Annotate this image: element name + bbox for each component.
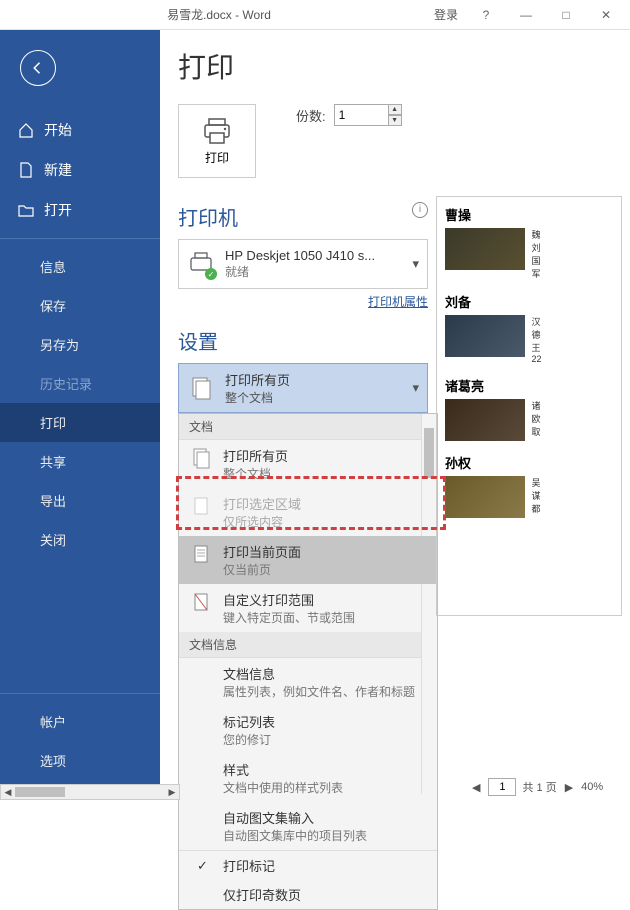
- open-icon: [18, 202, 34, 218]
- maximize-button[interactable]: □: [546, 8, 586, 22]
- page-range-menu: 文档 打印所有页 整个文档 打印选定区域 仅所选内容 打印当前页面 仅当前页: [178, 413, 438, 910]
- back-button[interactable]: [20, 50, 56, 86]
- nav-account[interactable]: 帐户: [0, 702, 160, 741]
- preview-thumb: [445, 399, 525, 441]
- zoom-level: 40%: [581, 781, 603, 793]
- printer-name: HP Deskjet 1050 J410 s...: [225, 248, 402, 263]
- close-button[interactable]: ✕: [586, 8, 626, 22]
- minimize-button[interactable]: —: [506, 8, 546, 22]
- back-arrow-icon: [29, 59, 47, 77]
- preview-item: 刘备 汉 德 王 22: [445, 292, 613, 364]
- nav-export[interactable]: 导出: [0, 481, 160, 520]
- menu-styles[interactable]: 样式 文档中使用的样式列表: [179, 754, 437, 802]
- scroll-left-icon[interactable]: ◀: [1, 785, 15, 799]
- menu-header-docinfo: 文档信息: [179, 632, 437, 658]
- menu-selection: 打印选定区域 仅所选内容: [179, 488, 437, 536]
- next-page-button[interactable]: ▶: [563, 781, 575, 794]
- nav-share[interactable]: 共享: [0, 442, 160, 481]
- nav-save[interactable]: 保存: [0, 286, 160, 325]
- preview-thumb: [445, 315, 525, 357]
- settings-heading: 设置: [178, 326, 218, 355]
- ready-check-icon: ✓: [205, 268, 217, 280]
- page-total: 共 1 页: [522, 779, 556, 795]
- pages-icon: [187, 374, 215, 402]
- scroll-thumb[interactable]: [15, 787, 65, 797]
- page-heading: 打印: [178, 46, 428, 86]
- nav-close[interactable]: 关闭: [0, 520, 160, 559]
- menu-odd-only[interactable]: 仅打印奇数页: [179, 880, 437, 909]
- menu-header-doc: 文档: [179, 414, 437, 440]
- chevron-down-icon: ▾: [412, 256, 419, 272]
- new-icon: [18, 162, 34, 178]
- page-icon: [189, 542, 213, 566]
- printer-properties-link[interactable]: 打印机属性: [178, 293, 428, 310]
- nav-options[interactable]: 选项: [0, 741, 160, 780]
- print-preview: 曹操 魏 刘 国 军 刘备 汉 德 王 22 诸葛亮 诸 欧 取 孙权 吴 谋 …: [436, 196, 622, 616]
- nav-new-label: 新建: [44, 160, 72, 180]
- page-icon: [189, 494, 213, 518]
- printer-heading: 打印机: [178, 202, 238, 231]
- pages-icon: [189, 446, 213, 470]
- printer-status-icon: ✓: [187, 250, 215, 278]
- menu-markup-list[interactable]: 标记列表 您的修订: [179, 706, 437, 754]
- menu-print-markup[interactable]: ✓ 打印标记: [179, 851, 437, 880]
- nav-new[interactable]: 新建: [0, 150, 160, 190]
- nav-open[interactable]: 打开: [0, 190, 160, 230]
- nav-print[interactable]: 打印: [0, 403, 160, 442]
- check-icon: ✓: [197, 858, 208, 874]
- horizontal-scrollbar[interactable]: ◀ ▶: [0, 784, 180, 800]
- nav-info[interactable]: 信息: [0, 247, 160, 286]
- printer-icon: [201, 117, 233, 145]
- menu-all-pages[interactable]: 打印所有页 整个文档: [179, 440, 437, 488]
- login-link[interactable]: 登录: [434, 6, 458, 23]
- printer-selector[interactable]: ✓ HP Deskjet 1050 J410 s... 就绪 ▾: [178, 239, 428, 289]
- preview-thumb: [445, 228, 525, 270]
- print-button-label: 打印: [205, 149, 229, 166]
- backstage-sidebar: 开始 新建 打开 信息 保存 另存为 历史记录 打印 共享 导出 关闭 帐户 选…: [0, 30, 160, 800]
- dropdown-subtitle: 整个文档: [225, 389, 290, 406]
- copies-input[interactable]: [334, 104, 390, 126]
- copies-up[interactable]: ▲: [388, 104, 402, 115]
- menu-docinfo[interactable]: 文档信息 属性列表，例如文件名、作者和标题: [179, 658, 437, 706]
- window-title: 易雪龙.docx - Word: [4, 6, 434, 23]
- nav-saveas[interactable]: 另存为: [0, 325, 160, 364]
- dropdown-title: 打印所有页: [225, 370, 290, 389]
- separator: [0, 693, 160, 694]
- preview-pager: ◀ 共 1 页 ▶ 40%: [470, 778, 622, 796]
- nav-home[interactable]: 开始: [0, 110, 160, 150]
- preview-thumb: [445, 476, 525, 518]
- scroll-right-icon[interactable]: ▶: [165, 785, 179, 799]
- preview-item: 曹操 魏 刘 国 军: [445, 205, 613, 280]
- copies-label: 份数:: [296, 106, 326, 125]
- menu-current-page[interactable]: 打印当前页面 仅当前页: [179, 536, 437, 584]
- nav-open-label: 打开: [44, 200, 72, 220]
- menu-custom-range[interactable]: 自定义打印范围 键入特定页面、节或范围: [179, 584, 437, 632]
- printer-info-icon[interactable]: i: [412, 202, 428, 218]
- page-range-dropdown[interactable]: 打印所有页 整个文档 ▾: [178, 363, 428, 413]
- title-bar: 易雪龙.docx - Word 登录 ? — □ ✕: [0, 0, 630, 30]
- menu-autotext[interactable]: 自动图文集输入 自动图文集库中的项目列表: [179, 802, 437, 850]
- copies-down[interactable]: ▼: [388, 115, 402, 126]
- printer-status: 就绪: [225, 263, 402, 280]
- help-button[interactable]: ?: [466, 8, 506, 22]
- separator: [0, 238, 160, 239]
- home-icon: [18, 122, 34, 138]
- page-input[interactable]: [488, 778, 516, 796]
- prev-page-button[interactable]: ◀: [470, 781, 482, 794]
- preview-item: 孙权 吴 谋 都: [445, 453, 613, 518]
- nav-history[interactable]: 历史记录: [0, 364, 160, 403]
- chevron-down-icon: ▾: [412, 380, 419, 396]
- page-icon: [189, 590, 213, 614]
- preview-item: 诸葛亮 诸 欧 取: [445, 376, 613, 441]
- print-button[interactable]: 打印: [178, 104, 256, 178]
- nav-home-label: 开始: [44, 120, 72, 140]
